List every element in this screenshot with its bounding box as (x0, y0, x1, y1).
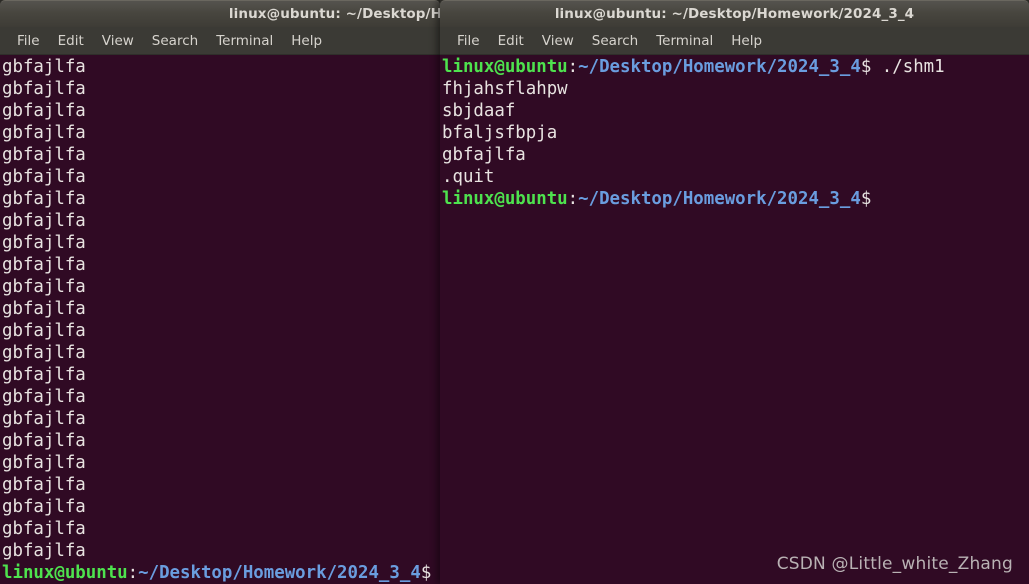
terminal-output-line: gbfajlfa (2, 57, 86, 77)
prompt-command: ./shm1 (871, 57, 945, 77)
prompt-sigil: $ (860, 57, 872, 77)
menu-item-view-right[interactable]: View (533, 31, 583, 51)
prompt-user-host: linux@ubuntu (2, 563, 128, 583)
terminal-output-line: gbfajlfa (2, 453, 86, 473)
prompt-sigil: $ (860, 189, 872, 209)
terminal-output-line: gbfajlfa (2, 497, 86, 517)
terminal-output-line: gbfajlfa (2, 167, 86, 187)
prompt-separator: : (127, 563, 139, 583)
prompt-sigil: $ (420, 563, 432, 583)
terminal-output-line: gbfajlfa (2, 255, 86, 275)
window-title-right: linux@ubuntu: ~/Desktop/Homework/2024_3_… (554, 6, 915, 22)
terminal-output-line: gbfajlfa (2, 519, 86, 539)
terminal-output-line: gbfajlfa (2, 277, 86, 297)
terminal-output-line: gbfajlfa (2, 211, 86, 231)
menubar-right[interactable]: File Edit View Search Terminal Help (440, 27, 1029, 55)
menu-item-edit-right[interactable]: Edit (489, 31, 533, 51)
prompt-user-host: linux@ubuntu (442, 57, 568, 77)
menu-item-search-left[interactable]: Search (143, 31, 207, 51)
terminal-output-line: gbfajlfa (2, 365, 86, 385)
terminal-window-left[interactable]: linux@ubuntu: ~/Desktop/H File Edit View… (0, 0, 440, 584)
prompt-separator: : (567, 57, 579, 77)
terminal-output-line: gbfajlfa (2, 145, 86, 165)
terminal-prompt-line: linux@ubuntu:~/Desktop/Homework/2024_3_4… (442, 188, 1027, 210)
terminal-output-line: gbfajlfa (2, 475, 86, 495)
prompt-path: ~/Desktop/Homework/2024_3_4 (578, 189, 861, 209)
menu-item-help-right[interactable]: Help (722, 31, 771, 51)
prompt-path: ~/Desktop/Homework/2024_3_4 (138, 563, 421, 583)
menu-item-edit-left[interactable]: Edit (49, 31, 93, 51)
terminal-output-line: gbfajlfa (2, 321, 86, 341)
menu-item-search-right[interactable]: Search (583, 31, 647, 51)
menubar-left[interactable]: File Edit View Search Terminal Help (0, 27, 440, 55)
terminal-output-line: gbfajlfa (2, 387, 86, 407)
titlebar-right[interactable]: linux@ubuntu: ~/Desktop/Homework/2024_3_… (440, 0, 1029, 27)
terminal-output-line: gbfajlfa (2, 233, 86, 253)
terminal-prompt-line: linux@ubuntu:~/Desktop/Homework/2024_3_4… (2, 562, 438, 584)
terminal-output-left[interactable]: gbfajlfa gbfajlfa gbfajlfa gbfajlfa gbfajlfa… (0, 55, 440, 584)
terminal-output-line: gbfajlfa (442, 145, 526, 165)
terminal-output-line: bfaljsfbpja (442, 123, 558, 143)
terminal-output-line: gbfajlfa (2, 189, 86, 209)
menu-item-view-left[interactable]: View (93, 31, 143, 51)
window-title-left: linux@ubuntu: ~/Desktop/H (228, 6, 440, 22)
terminal-output-line: gbfajlfa (2, 541, 86, 561)
terminal-output-line: .quit (442, 167, 495, 187)
terminal-prompt-line: linux@ubuntu:~/Desktop/Homework/2024_3_4… (442, 56, 1027, 78)
prompt-user-host: linux@ubuntu (442, 189, 568, 209)
menu-item-file-right[interactable]: File (448, 31, 489, 51)
terminal-output-right[interactable]: linux@ubuntu:~/Desktop/Homework/2024_3_4… (440, 55, 1029, 584)
titlebar-left[interactable]: linux@ubuntu: ~/Desktop/H (0, 0, 440, 27)
watermark-text: CSDN @Little_white_Zhang (776, 554, 1013, 574)
menu-item-terminal-right[interactable]: Terminal (647, 31, 722, 51)
terminal-window-right[interactable]: linux@ubuntu: ~/Desktop/Homework/2024_3_… (440, 0, 1029, 584)
terminal-output-line: gbfajlfa (2, 431, 86, 451)
menu-item-file-left[interactable]: File (8, 31, 49, 51)
terminal-output-line: gbfajlfa (2, 343, 86, 363)
terminal-output-line: gbfajlfa (2, 409, 86, 429)
terminal-output-line: gbfajlfa (2, 299, 86, 319)
menu-item-help-left[interactable]: Help (282, 31, 331, 51)
terminal-output-line: sbjdaaf (442, 101, 516, 121)
menu-item-terminal-left[interactable]: Terminal (207, 31, 282, 51)
terminal-output-line: gbfajlfa (2, 101, 86, 121)
prompt-separator: : (567, 189, 579, 209)
terminal-output-line: fhjahsflahpw (442, 79, 568, 99)
prompt-path: ~/Desktop/Homework/2024_3_4 (578, 57, 861, 77)
terminal-output-line: gbfajlfa (2, 79, 86, 99)
terminal-output-line: gbfajlfa (2, 123, 86, 143)
